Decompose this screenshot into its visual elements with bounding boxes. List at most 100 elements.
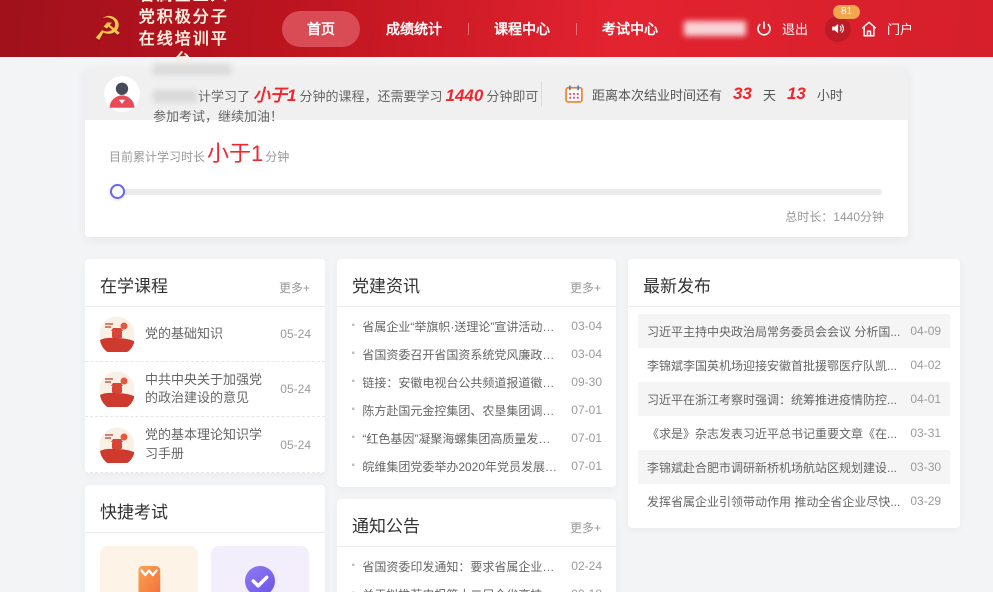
slider-handle[interactable]	[110, 184, 125, 199]
nav-item[interactable]: 课程中心	[468, 11, 576, 47]
latest-item[interactable]: 李锦斌李国英机场迎接安徽首批援鄂医疗队凯... 04-02	[638, 348, 950, 382]
card-title: 快捷考试	[100, 498, 168, 523]
quick-exam-card: 快捷考试 模拟考试 结业考试	[85, 485, 325, 592]
left-column: 在学课程 更多+ 党的基础知识	[85, 259, 325, 592]
study-text-prefix: 计学习了	[198, 89, 250, 104]
news-item[interactable]: 省国资委召开省国资系统党风廉政建设和反腐... 03-04	[337, 340, 616, 368]
news-date: 07-01	[571, 459, 602, 473]
total-duration-label: 总时长：1440分钟	[109, 208, 884, 225]
notices-more-link[interactable]: 更多+	[570, 519, 601, 536]
news-title: 皖维集团党委举办2020年党员发展对象培训班...	[362, 458, 561, 475]
progress-value: 小于1	[207, 141, 263, 166]
course-thumbnail	[99, 371, 135, 407]
progress-label: 目前累计学习时长小于1分钟	[109, 136, 884, 168]
course-title: 党的基本理论知识学习手册	[145, 426, 270, 462]
nav-item-label: 考试中心	[602, 21, 658, 37]
news-item[interactable]: 皖维集团党委举办2020年党员发展对象培训班... 07-01	[337, 452, 616, 480]
latest-title: 李锦斌赴合肥市调研新桥机场航站区规划建设...	[647, 459, 900, 476]
notification-badge: 81	[833, 5, 860, 19]
news-title: 省国资委召开省国资系统党风廉政建设和反腐...	[362, 346, 561, 363]
news-date: 07-01	[571, 431, 602, 445]
site-title-line1: 省属企业入党积极分子	[132, 0, 236, 29]
calendar-icon	[564, 84, 584, 104]
latest-item[interactable]: 发挥省属企业引领带动作用 推动全省企业尽快... 03-29	[638, 484, 950, 518]
latest-list: 习近平主持中央政治局常务委员会会议 分析国... 04-09 李锦斌李国英机场迎…	[628, 307, 960, 528]
strip-divider	[541, 81, 542, 107]
site-title: 省属企业入党积极分子 在线培训平台	[132, 0, 236, 72]
notice-item[interactable]: 关于拟推荐申报第十二届全省高技能人才评选... 09-18	[337, 580, 616, 592]
progress-section: 目前累计学习时长小于1分钟 总时长：1440分钟	[85, 120, 908, 237]
latest-title: 李锦斌李国英机场迎接安徽首批援鄂医疗队凯...	[647, 357, 900, 374]
news-item[interactable]: 链接：安徽电视台公共频道报道徽商职业学院... 09-30	[337, 368, 616, 396]
courses-more-link[interactable]: 更多+	[279, 279, 310, 296]
quick-exam-card-header: 快捷考试	[85, 485, 325, 533]
news-title: 省属企业“举旗帜·送理论”宣讲活动走进华安...	[362, 318, 561, 335]
nav-item[interactable]: 成绩统计	[360, 11, 468, 47]
course-date: 05-24	[280, 438, 311, 452]
latest-item[interactable]: 《求是》杂志发表习近平总书记重要文章《在... 03-31	[638, 416, 950, 450]
announcement-button[interactable]: 81	[825, 16, 851, 42]
course-item[interactable]: 党的基础知识 05-24	[85, 307, 325, 362]
notices-card: 通知公告 更多+ 省国资委印发通知：要求省属企业认真贯彻落... 02-24 关…	[337, 499, 616, 592]
mock-exam-button[interactable]: 模拟考试	[100, 546, 198, 592]
notice-item[interactable]: 省国资委印发通知：要求省属企业认真贯彻落... 02-24	[337, 552, 616, 580]
logout-button[interactable]: 退出	[782, 19, 808, 38]
notice-title: 省国资委印发通知：要求省属企业认真贯彻落...	[362, 558, 561, 575]
course-thumbnail	[99, 316, 135, 352]
card-title: 党建资讯	[352, 272, 420, 297]
course-thumbnail	[99, 427, 135, 463]
power-icon[interactable]	[755, 20, 773, 38]
notice-date: 09-18	[571, 587, 602, 592]
latest-date: 04-09	[910, 324, 941, 338]
news-item[interactable]: 陈方赴国元金控集团、农垦集团调研督导 07-01	[337, 396, 616, 424]
latest-card: 最新发布 习近平主持中央政治局常务委员会会议 分析国... 04-09 李锦斌李…	[628, 259, 960, 528]
check-circle-icon	[242, 563, 278, 592]
course-date: 05-24	[280, 382, 311, 396]
course-title: 党的基础知识	[145, 325, 270, 343]
countdown-prefix: 距离本次结业时间还有	[592, 85, 722, 104]
party-news-card-header: 党建资讯 更多+	[337, 259, 616, 307]
nav-item[interactable]: 考试中心	[576, 11, 684, 47]
latest-date: 04-02	[910, 358, 941, 372]
study-progress-slider[interactable]	[111, 184, 882, 199]
portal-link[interactable]: 门户	[887, 19, 913, 38]
course-item[interactable]: 中共中央关于加强党的政治建设的意见 05-24	[85, 362, 325, 417]
news-item[interactable]: 省属企业“举旗帜·送理论”宣讲活动走进华安... 03-04	[337, 312, 616, 340]
latest-date: 04-01	[910, 392, 941, 406]
news-title: 链接：安徽电视台公共频道报道徽商职业学院...	[362, 374, 561, 391]
party-emblem-icon: ☭	[93, 12, 123, 45]
course-item[interactable]: 党的基本理论知识学习手册 05-24	[85, 417, 325, 472]
home-icon[interactable]	[860, 20, 878, 38]
notice-title: 关于拟推荐申报第十二届全省高技能人才评选...	[362, 586, 561, 592]
notices-card-header: 通知公告 更多+	[337, 499, 616, 547]
card-title: 在学课程	[100, 272, 168, 297]
latest-item[interactable]: 习近平主持中央政治局常务委员会会议 分析国... 04-09	[638, 314, 950, 348]
nav-item-label: 课程中心	[494, 21, 550, 37]
studied-minutes-value: 小于1	[253, 86, 296, 105]
party-news-more-link[interactable]: 更多+	[570, 279, 601, 296]
news-title: “红色基因”凝聚海螺集团高质量发展磅礴力...	[362, 430, 561, 447]
latest-item[interactable]: 习近平在浙江考察时强调：统筹推进疫情防控... 04-01	[638, 382, 950, 416]
blurred-text	[153, 90, 197, 103]
right-column: 最新发布 习近平主持中央政治局常务委员会会议 分析国... 04-09 李锦斌李…	[628, 259, 960, 528]
party-news-list: 省属企业“举旗帜·送理论”宣讲活动走进华安... 03-04 省国资委召开省国资…	[337, 307, 616, 487]
study-summary-text: 计学习了小于1分钟的课程，还需要学习1440分钟即可参加考试，继续加油！	[153, 63, 541, 125]
exam-tiles: 模拟考试 结业考试	[85, 533, 325, 592]
nav-item[interactable]: 首页	[282, 11, 360, 47]
news-item[interactable]: “红色基因”凝聚海螺集团高质量发展磅礴力... 07-01	[337, 424, 616, 452]
study-summary-card: 计学习了小于1分钟的课程，还需要学习1440分钟即可参加考试，继续加油！ 距离本…	[85, 68, 908, 237]
news-title: 陈方赴国元金控集团、农垦集团调研督导	[362, 402, 561, 419]
course-list: 党的基础知识 05-24 中共中央关于加强党的政治建设的意	[85, 307, 325, 473]
final-exam-button[interactable]: 结业考试	[211, 546, 309, 592]
slider-track	[111, 189, 882, 195]
course-date: 05-24	[280, 327, 311, 341]
content-grid: 在学课程 更多+ 党的基础知识	[85, 259, 908, 592]
courses-card: 在学课程 更多+ 党的基础知识	[85, 259, 325, 473]
countdown-hours: 13	[787, 84, 806, 104]
latest-date: 03-30	[910, 460, 941, 474]
latest-date: 03-31	[910, 426, 941, 440]
main-nav: 首页 成绩统计 课程中心 考试中心	[282, 11, 684, 47]
latest-item[interactable]: 李锦斌赴合肥市调研新桥机场航站区规划建设... 03-30	[638, 450, 950, 484]
app-header: ☭ 省属企业入党积极分子 在线培训平台 首页 成绩统计 课程中心 考试中心 退出…	[0, 0, 993, 57]
news-date: 07-01	[571, 403, 602, 417]
